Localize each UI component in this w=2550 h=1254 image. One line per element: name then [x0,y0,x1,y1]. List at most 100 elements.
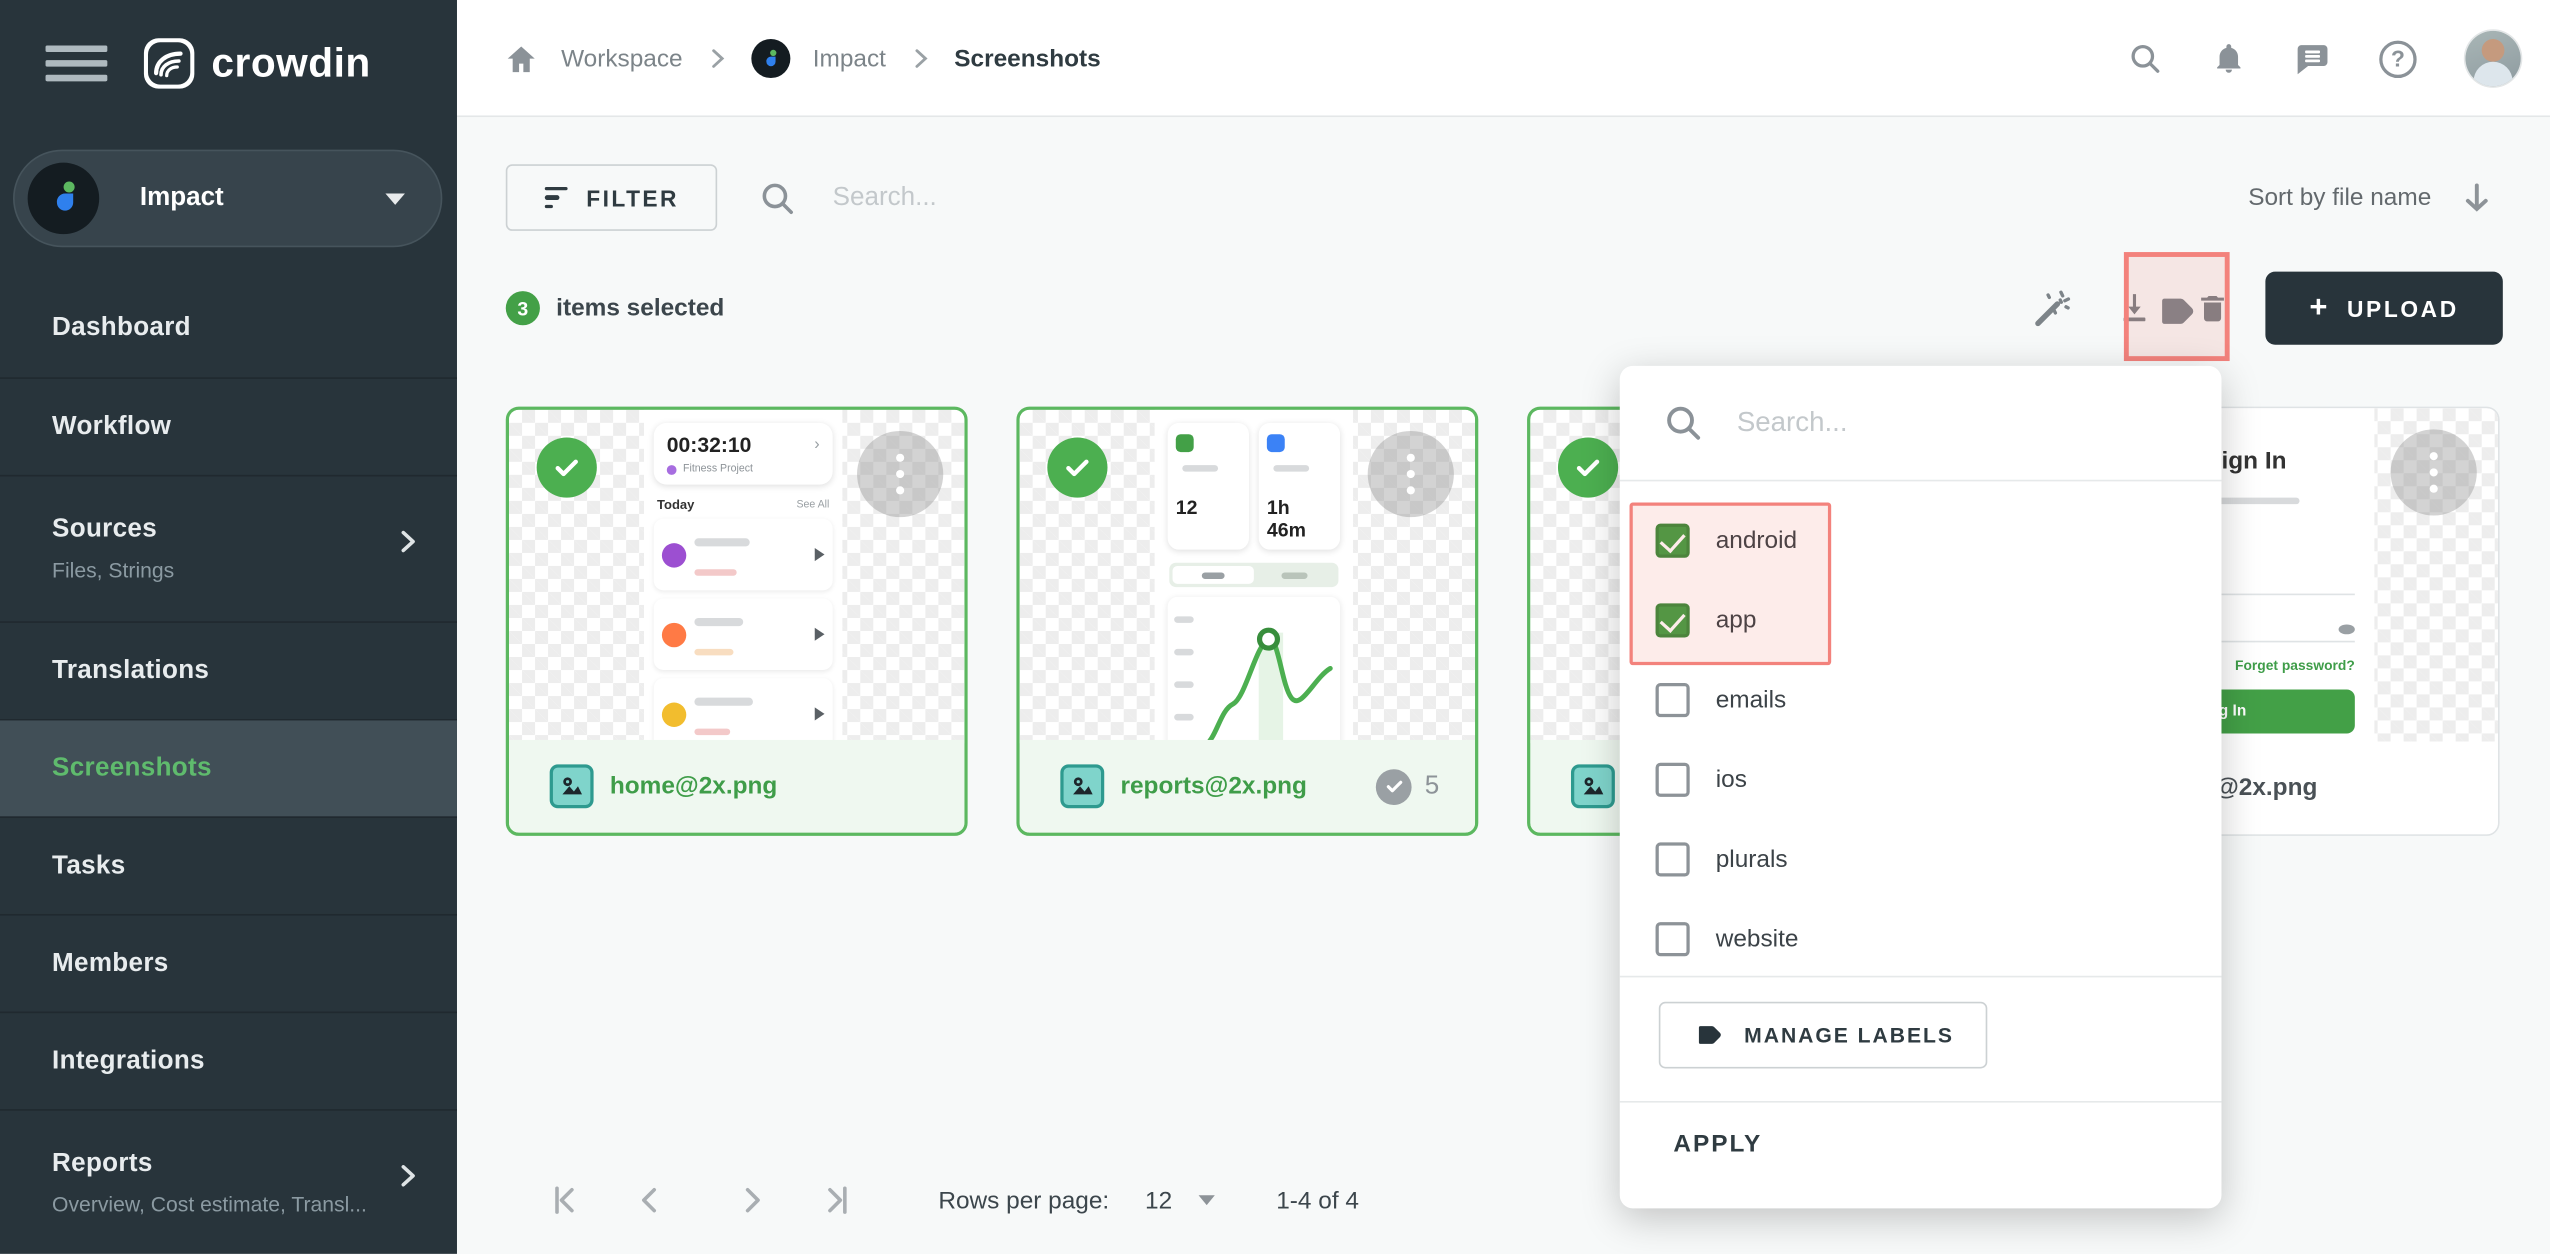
label-option-text: website [1716,925,1799,953]
label-option-website[interactable]: website [1656,914,1799,963]
breadcrumb-workspace[interactable]: Workspace [561,45,683,73]
thumb-timer-value: 00:32:10 [667,433,752,457]
help-icon[interactable]: ? [2379,40,2416,77]
last-page-icon[interactable] [818,1182,854,1218]
top-header: Workspace Impact Screenshots ? [457,0,2550,117]
home-icon[interactable] [504,41,538,75]
sidebar-header: crowdin [0,0,457,127]
screenshot-filename[interactable]: home@2x.png [610,772,777,800]
previous-page-icon[interactable] [633,1182,669,1218]
card-menu-kebab-icon[interactable] [1368,431,1454,517]
checkbox-website[interactable] [1656,921,1690,955]
blur-bar [1202,572,1225,579]
sidebar-item-translations[interactable]: Translations [0,621,457,719]
blur-bar [694,618,743,626]
sidebar-nav: Dashboard Workflow Sources Files, String… [0,280,457,1254]
screenshot-filename[interactable]: reports@2x.png [1121,772,1307,800]
sidebar-item-integrations[interactable]: Integrations [0,1012,457,1110]
sidebar-item-reports[interactable]: Reports Overview, Cost estimate, Transl.… [0,1109,457,1254]
notifications-bell-icon[interactable] [2212,41,2246,77]
label-option-app[interactable]: app [1656,595,1757,644]
crowdin-logo-text: crowdin [211,40,370,87]
next-page-icon[interactable] [733,1182,769,1218]
screenshots-search [758,164,1734,231]
breadcrumb-project-avatar [751,39,790,78]
tagged-strings-badge: 5 [1376,768,1439,804]
label-option-text: app [1716,606,1757,634]
download-icon[interactable] [2116,289,2153,326]
card-menu-kebab-icon[interactable] [857,431,943,517]
thumb-day-week-toggle [1169,563,1338,587]
assign-label-tag-icon[interactable] [2153,289,2200,333]
card-menu-kebab-icon[interactable] [2391,429,2477,515]
label-option-text: ios [1716,765,1747,793]
filter-button[interactable]: FILTER [506,164,717,231]
sidebar-item-dashboard[interactable]: Dashboard [0,280,457,378]
selection-status: 3 items selected [506,272,725,345]
labels-search-input[interactable] [1734,405,2131,441]
sidebar-item-screenshots[interactable]: Screenshots [0,719,457,817]
sidebar-item-label: Integrations [52,1047,405,1076]
sidebar-item-label: Tasks [52,851,405,880]
user-avatar[interactable] [2465,31,2520,86]
label-option-text: emails [1716,685,1787,713]
project-dot-icon [667,464,677,474]
checkbox-android[interactable] [1656,523,1690,557]
card-footer: home@2x.png [509,740,964,833]
apply-button[interactable]: APPLY [1673,1130,1762,1158]
blur-bar [694,649,733,656]
thumb-timer-card: 00:32:10 › Fitness Project [654,423,833,485]
thumbnail-phone-screen: 00:32:10 › Fitness Project Today See All [644,410,842,743]
chevron-right-icon [705,47,728,70]
sidebar-item-label: Sources [52,516,405,545]
check-circle-icon [1376,768,1412,804]
sidebar-item-label: Reports [52,1150,405,1179]
sidebar-item-label: Members [52,949,405,978]
breadcrumb: Workspace Impact Screenshots [504,0,1101,117]
label-option-emails[interactable]: emails [1656,675,1787,724]
crowdin-logo[interactable]: crowdin [140,34,371,93]
screenshot-card-reports[interactable]: 12 1h 46m [1016,407,1478,836]
selected-check-icon[interactable] [1558,437,1618,497]
sort-control[interactable]: Sort by file name [2248,164,2493,231]
checkbox-emails[interactable] [1656,682,1690,716]
sidebar: crowdin Impact Dashboard Workflow Source… [0,0,457,1254]
checkbox-ios[interactable] [1656,762,1690,796]
selected-check-icon[interactable] [1047,437,1107,497]
rows-per-page-value[interactable]: 12 [1145,1186,1172,1214]
screenshot-filename[interactable]: @2x.png [2215,774,2317,802]
selected-items-label: items selected [556,294,724,322]
sidebar-item-sources[interactable]: Sources Files, Strings [0,475,457,621]
hamburger-menu-icon[interactable] [46,37,108,89]
search-icon [758,178,797,217]
delete-trash-icon[interactable] [2195,289,2229,326]
label-option-ios[interactable]: ios [1656,755,1747,804]
label-option-android[interactable]: android [1656,516,1798,565]
upload-button[interactable]: + UPLOAD [2265,272,2502,345]
breadcrumb-project[interactable]: Impact [813,45,886,73]
thumb-stat-card: 1h 46m [1259,423,1340,550]
search-icon[interactable] [2127,41,2163,77]
selected-check-icon[interactable] [537,437,597,497]
screenshot-card-home[interactable]: 00:32:10 › Fitness Project Today See All [506,407,968,836]
checkbox-app[interactable] [1656,603,1690,637]
messages-icon[interactable] [2295,41,2331,77]
sidebar-item-label: Screenshots [52,754,405,783]
sidebar-item-tasks[interactable]: Tasks [0,816,457,914]
label-option-plurals[interactable]: plurals [1656,834,1788,883]
manage-labels-button[interactable]: MANAGE LABELS [1659,1002,1988,1069]
thumb-stat-card: 12 [1168,423,1249,550]
sidebar-item-workflow[interactable]: Workflow [0,377,457,475]
sidebar-item-members[interactable]: Members [0,914,457,1012]
auto-tag-wand-icon[interactable] [2033,288,2074,329]
thumb-task-row [654,598,833,670]
first-page-icon[interactable] [548,1182,584,1218]
chevron-down-icon[interactable] [1198,1195,1214,1205]
project-switcher[interactable]: Impact [13,150,442,248]
sidebar-item-label: Workflow [52,412,405,441]
sidebar-item-sublabel: Files, Strings [52,558,405,582]
checkbox-plurals[interactable] [1656,842,1690,876]
search-input[interactable] [829,181,1486,214]
chevron-right-icon [395,529,421,555]
eye-icon [2339,624,2355,634]
